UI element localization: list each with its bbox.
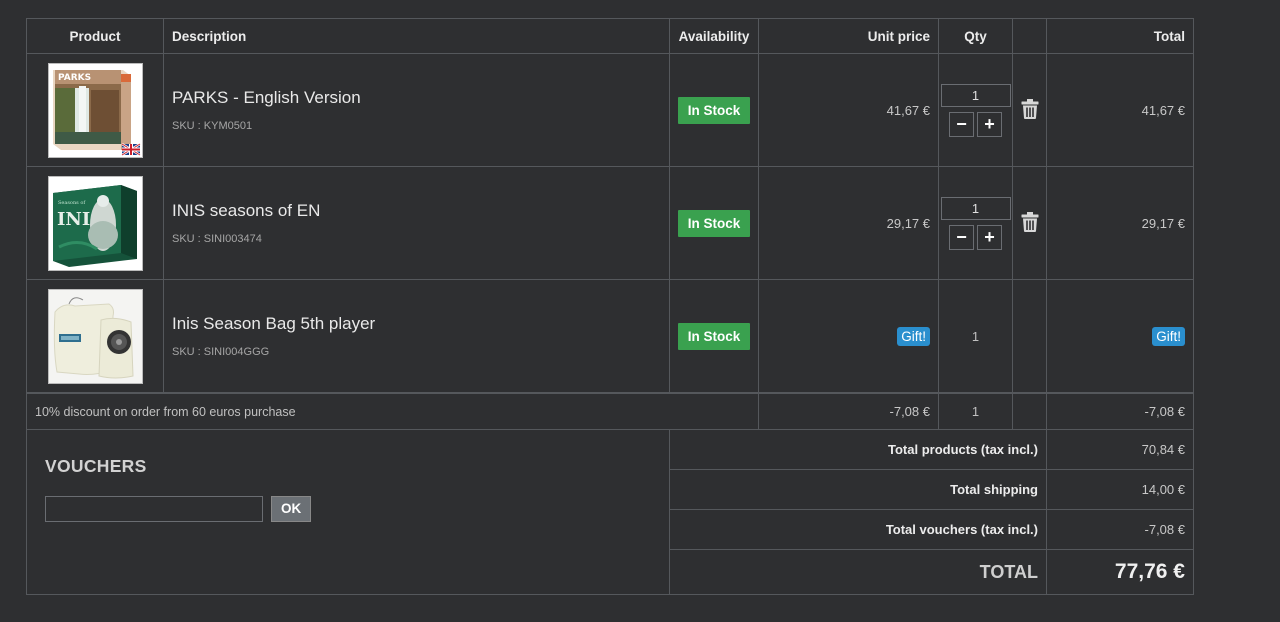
line-total: 29,17 €	[1046, 166, 1194, 280]
vouchers-title: VOUCHERS	[45, 456, 147, 476]
unit-price-cell: Gift!	[758, 279, 939, 394]
inis-box-art: Seasons of INIS	[52, 184, 137, 267]
discount-unit-price: -7,08 €	[758, 392, 939, 430]
product-image-cell: PARKS	[26, 53, 164, 167]
discount-total: -7,08 €	[1046, 392, 1194, 430]
line-total: 41,67 €	[1046, 53, 1194, 167]
availability-cell: In Stock	[669, 53, 759, 167]
delete-cell	[1012, 53, 1047, 167]
header-unit-price: Unit price	[758, 18, 939, 54]
total-products-label: Total products (tax incl.)	[669, 429, 1047, 470]
product-name-link[interactable]: PARKS - English Version	[172, 88, 669, 108]
voucher-ok-button[interactable]: OK	[271, 496, 312, 522]
discount-qty: 1	[938, 392, 1013, 430]
bag-image[interactable]	[47, 288, 143, 384]
description-cell: INIS seasons of EN SKU : SINI003474	[163, 166, 670, 280]
header-availability: Availability	[669, 18, 759, 54]
qty-buttons: − +	[939, 111, 1012, 137]
product-sku: SKU : KYM0501	[172, 120, 253, 132]
gift-badge: Gift!	[897, 326, 930, 346]
quantity-input[interactable]	[940, 83, 1011, 107]
svg-text:PARKS: PARKS	[58, 73, 91, 83]
qty-buttons: − +	[939, 224, 1012, 250]
header-product: Product	[26, 18, 164, 54]
grand-total-label: TOTAL	[669, 549, 1047, 595]
summary-row-products: VOUCHERS OK Total products (tax incl.) 7…	[26, 429, 1194, 595]
trash-icon[interactable]	[1021, 98, 1039, 119]
svg-text:Seasons of: Seasons of	[58, 200, 86, 206]
gift-badge: Gift!	[1152, 326, 1185, 346]
table-row: Inis Season Bag 5th player SKU : SINI004…	[26, 279, 1194, 394]
vouchers-section: VOUCHERS OK	[26, 429, 670, 595]
unit-price: 29,17 €	[758, 166, 939, 280]
bag-photo	[48, 289, 142, 383]
qty-increase-button[interactable]: +	[977, 111, 1002, 137]
header-total: Total	[1046, 18, 1194, 54]
cart-table: Product Description Availability Unit pr…	[26, 18, 1194, 595]
total-products-value: 70,84 €	[1046, 429, 1194, 470]
grand-total-value: 77,76 €	[1046, 549, 1194, 595]
product-name-link[interactable]: Inis Season Bag 5th player	[172, 314, 669, 334]
header-row: Product Description Availability Unit pr…	[26, 18, 1194, 54]
in-stock-badge: In Stock	[677, 209, 751, 237]
product-image-cell: Seasons of INIS	[26, 166, 164, 280]
header-description: Description	[163, 18, 670, 54]
description-cell: PARKS - English Version SKU : KYM0501	[163, 53, 670, 167]
qty-decrease-button[interactable]: −	[949, 224, 974, 250]
description-cell: Inis Season Bag 5th player SKU : SINI004…	[163, 279, 670, 394]
total-vouchers-label: Total vouchers (tax incl.)	[669, 509, 1047, 550]
discount-label: 10% discount on order from 60 euros purc…	[26, 392, 759, 430]
product-sku: SKU : SINI004GGG	[172, 346, 270, 358]
table-row: Seasons of INIS INIS seasons of EN SKU :…	[26, 166, 1194, 280]
product-sku: SKU : SINI003474	[172, 233, 262, 245]
header-qty: Qty	[938, 18, 1013, 54]
header-delete	[1012, 18, 1047, 54]
inis-box-image[interactable]: Seasons of INIS	[47, 175, 143, 271]
unit-price: 41,67 €	[758, 53, 939, 167]
qty-increase-button[interactable]: +	[977, 224, 1002, 250]
qty-cell: − +	[938, 166, 1013, 280]
product-name-link[interactable]: INIS seasons of EN	[172, 201, 669, 221]
table-row: PARKS PARKS - English Version SKU: KYM0…	[26, 53, 1194, 167]
parks-box-art: PARKS	[52, 69, 141, 156]
delete-cell	[1012, 166, 1047, 280]
voucher-code-input[interactable]	[45, 496, 263, 522]
parks-box-image[interactable]: PARKS	[47, 62, 143, 158]
qty-value: 1	[938, 279, 1013, 394]
total-shipping-value: 14,00 €	[1046, 469, 1194, 510]
qty-cell: − +	[938, 53, 1013, 167]
total-vouchers-value: -7,08 €	[1046, 509, 1194, 550]
availability-cell: In Stock	[669, 279, 759, 394]
qty-decrease-button[interactable]: −	[949, 111, 974, 137]
trash-icon[interactable]	[1021, 211, 1039, 232]
total-shipping-label: Total shipping	[669, 469, 1047, 510]
discount-delete-empty	[1012, 392, 1047, 430]
discount-row: 10% discount on order from 60 euros purc…	[26, 392, 1194, 430]
quantity-input[interactable]	[940, 196, 1011, 220]
availability-cell: In Stock	[669, 166, 759, 280]
delete-cell-empty	[1012, 279, 1047, 394]
line-total-cell: Gift!	[1046, 279, 1194, 394]
in-stock-badge: In Stock	[677, 96, 751, 124]
in-stock-badge: In Stock	[677, 322, 751, 350]
product-image-cell	[26, 279, 164, 394]
